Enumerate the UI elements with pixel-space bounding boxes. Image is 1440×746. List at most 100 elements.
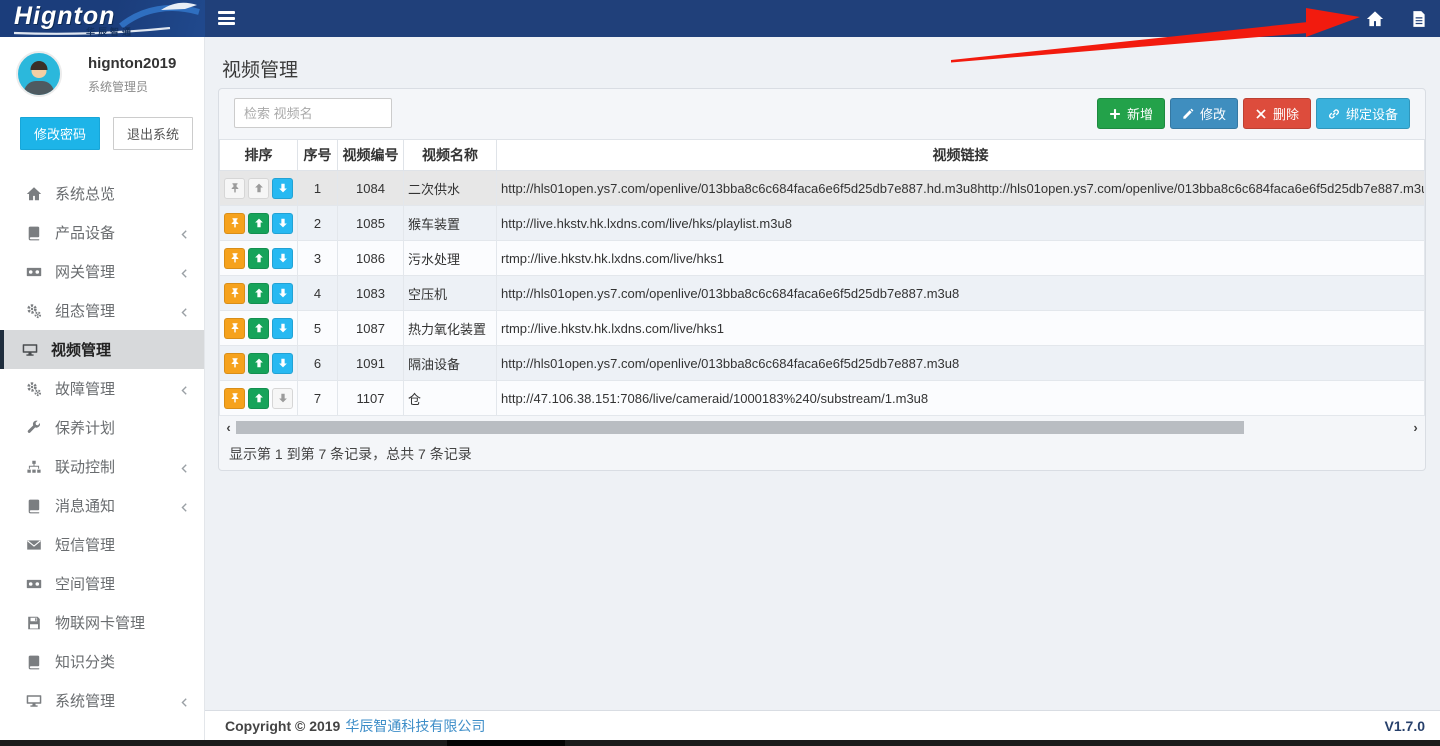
table-row[interactable]: 7 1107 仓 http://47.106.38.151:7086/live/… [220, 381, 1425, 416]
edit-button[interactable]: 修改 [1170, 98, 1238, 129]
change-password-button[interactable]: 修改密码 [20, 117, 100, 150]
column-header[interactable]: 视频链接 [497, 140, 1425, 171]
move-up-button[interactable] [248, 353, 269, 374]
sidebar-item-video-management[interactable]: 视频管理 [0, 330, 204, 369]
logout-button[interactable]: 退出系统 [113, 117, 193, 150]
pin-button[interactable] [224, 388, 245, 409]
table-row[interactable]: 2 1085 猴车装置 http://live.hkstv.hk.lxdns.c… [220, 206, 1425, 241]
table-row[interactable]: 4 1083 空压机 http://hls01open.ys7.com/open… [220, 276, 1425, 311]
sitemap-icon [26, 459, 42, 475]
sidebar-item-label: 知识分类 [55, 651, 190, 672]
bind-device-button[interactable]: 绑定设备 [1316, 98, 1410, 129]
sidebar-item-label: 联动控制 [55, 456, 179, 477]
book-icon [26, 225, 42, 241]
move-down-button[interactable] [272, 248, 293, 269]
record-summary: 显示第 1 到第 7 条记录，总共 7 条记录 [229, 444, 1425, 464]
scroll-right-arrow[interactable]: › [1408, 421, 1423, 434]
table-row[interactable]: 5 1087 热力氧化装置 rtmp://live.hkstv.hk.lxdns… [220, 311, 1425, 346]
move-down-button[interactable] [272, 318, 293, 339]
move-down-button[interactable] [272, 388, 293, 409]
cell-video-code: 1084 [338, 171, 404, 206]
company-link[interactable]: 华辰智通科技有限公司 [345, 716, 485, 736]
toolbar: 新增 修改 删除 绑定设备 [219, 89, 1425, 139]
cell-video-url: rtmp://live.hkstv.hk.lxdns.com/live/hks1 [497, 311, 1425, 346]
pin-button[interactable] [224, 353, 245, 374]
sidebar-item-space-management[interactable]: 空间管理 [0, 564, 204, 603]
sidebar-item-label: 保养计划 [55, 417, 190, 438]
table-body: 1 1084 二次供水 http://hls01open.ys7.com/ope… [220, 171, 1425, 416]
logo-subtext: 华辰智通 [86, 25, 134, 37]
move-up-button[interactable] [248, 318, 269, 339]
cell-video-code: 1091 [338, 346, 404, 381]
cell-video-name: 空压机 [404, 276, 497, 311]
table-row[interactable]: 1 1084 二次供水 http://hls01open.ys7.com/ope… [220, 171, 1425, 206]
move-up-button[interactable] [248, 283, 269, 304]
cell-video-url: rtmp://live.hkstv.hk.lxdns.com/live/hks1 [497, 241, 1425, 276]
book-icon [26, 654, 42, 670]
sidebar-item-label: 短信管理 [55, 534, 190, 555]
home-icon[interactable] [1366, 10, 1384, 28]
cell-video-url: http://hls01open.ys7.com/openlive/013bba… [497, 171, 1425, 206]
search-input[interactable] [234, 98, 392, 128]
page-horizontal-scrollbar[interactable] [0, 740, 1440, 746]
user-role: 系统管理员 [88, 78, 204, 95]
user-name: hignton2019 [88, 55, 204, 72]
sidebar-item-iot-card-management[interactable]: 物联网卡管理 [0, 603, 204, 642]
cell-video-url: http://live.hkstv.hk.lxdns.com/live/hks/… [497, 206, 1425, 241]
move-down-button[interactable] [272, 178, 293, 199]
cell-video-code: 1085 [338, 206, 404, 241]
page-title: 视频管理 [222, 55, 1440, 82]
page-scrollbar-thumb[interactable] [447, 740, 565, 746]
move-up-button[interactable] [248, 388, 269, 409]
link-icon [1328, 108, 1340, 120]
move-down-button[interactable] [272, 283, 293, 304]
cell-video-code: 1086 [338, 241, 404, 276]
scrollbar-track[interactable] [236, 421, 1408, 434]
move-up-button[interactable] [248, 213, 269, 234]
sidebar-item-linkage-control[interactable]: 联动控制 [0, 447, 204, 486]
sidebar-item-knowledge-category[interactable]: 知识分类 [0, 642, 204, 681]
sidebar-item-configuration-management[interactable]: 组态管理 [0, 291, 204, 330]
sidebar-item-label: 组态管理 [55, 300, 179, 321]
sidebar-item-maintenance-plan[interactable]: 保养计划 [0, 408, 204, 447]
sidebar-item-system-management[interactable]: 系统管理 [0, 681, 204, 720]
table-row[interactable]: 3 1086 污水处理 rtmp://live.hkstv.hk.lxdns.c… [220, 241, 1425, 276]
document-icon[interactable] [1410, 10, 1428, 28]
column-header[interactable]: 排序 [220, 140, 298, 171]
pin-button[interactable] [224, 283, 245, 304]
cell-video-code: 1083 [338, 276, 404, 311]
main-content: 视频管理 新增 修改 删除 绑定设备 排序序号视频编号视频名称视频链接 1 10… [205, 37, 1440, 710]
delete-button[interactable]: 删除 [1243, 98, 1311, 129]
table-row[interactable]: 6 1091 隔油设备 http://hls01open.ys7.com/ope… [220, 346, 1425, 381]
cell-video-url: http://hls01open.ys7.com/openlive/013bba… [497, 346, 1425, 381]
scrollbar-thumb[interactable] [236, 421, 1244, 434]
avatar [16, 51, 62, 97]
camera-icon [26, 264, 42, 280]
sidebar-item-product-devices[interactable]: 产品设备 [0, 213, 204, 252]
hamburger-menu-icon[interactable] [218, 11, 235, 25]
pin-button[interactable] [224, 178, 245, 199]
pin-button[interactable] [224, 213, 245, 234]
column-header[interactable]: 视频编号 [338, 140, 404, 171]
column-header[interactable]: 视频名称 [404, 140, 497, 171]
sidebar-item-message-notification[interactable]: 消息通知 [0, 486, 204, 525]
move-up-button[interactable] [248, 248, 269, 269]
sidebar-item-gateway-management[interactable]: 网关管理 [0, 252, 204, 291]
move-down-button[interactable] [272, 353, 293, 374]
sidebar-item-fault-management[interactable]: 故障管理 [0, 369, 204, 408]
sidebar-item-sms-management[interactable]: 短信管理 [0, 525, 204, 564]
desktop-icon [26, 693, 42, 709]
version-label: V1.7.0 [1385, 718, 1425, 734]
move-down-button[interactable] [272, 213, 293, 234]
brand-logo: Hignton 华辰智通 [0, 0, 205, 37]
column-header[interactable]: 序号 [298, 140, 338, 171]
pin-button[interactable] [224, 248, 245, 269]
floppy-icon [26, 615, 42, 631]
scroll-left-arrow[interactable]: ‹ [221, 421, 236, 434]
move-up-button[interactable] [248, 178, 269, 199]
cell-seq: 6 [298, 346, 338, 381]
add-button[interactable]: 新增 [1097, 98, 1165, 129]
pin-button[interactable] [224, 318, 245, 339]
sidebar-item-system-overview[interactable]: 系统总览 [0, 174, 204, 213]
sidebar-item-label: 物联网卡管理 [55, 612, 190, 633]
